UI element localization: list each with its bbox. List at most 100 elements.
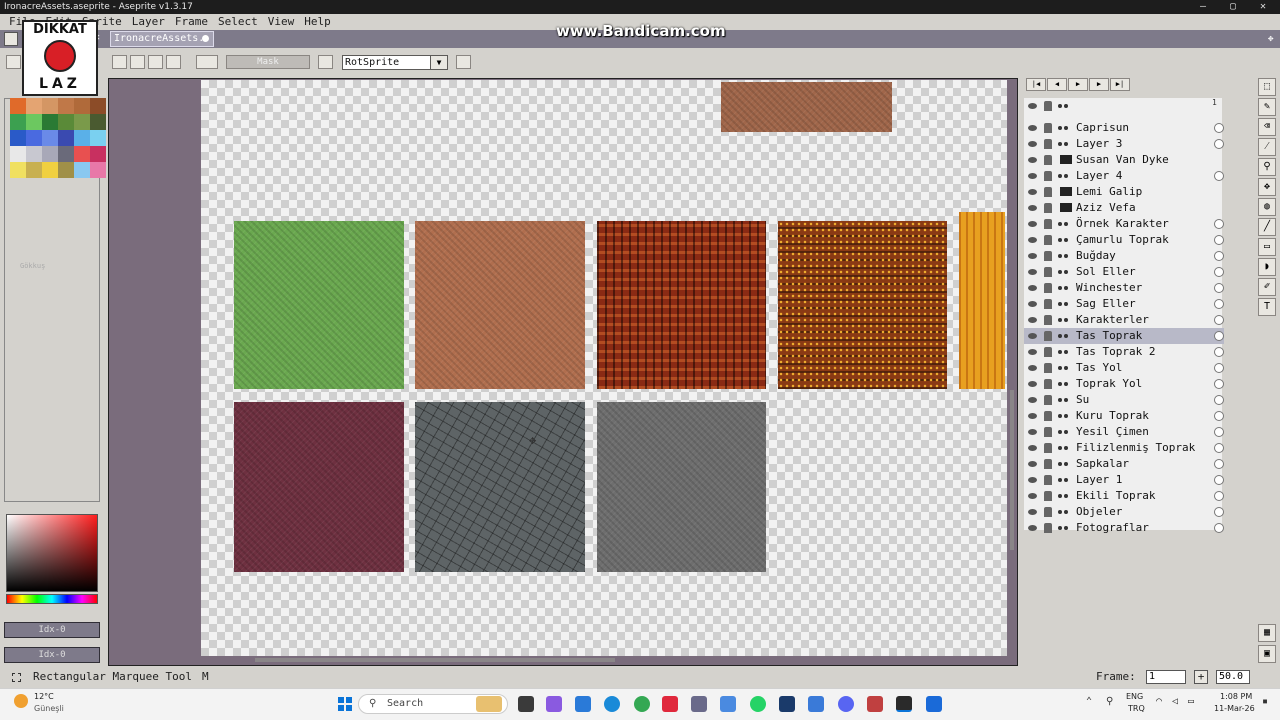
cel-icon[interactable] — [1214, 507, 1224, 517]
eraser-tool-icon[interactable]: ⌫ — [1258, 118, 1276, 136]
layer-row[interactable]: Caprisun — [1024, 120, 1224, 136]
eye-icon[interactable] — [1028, 365, 1037, 371]
steam-icon[interactable] — [779, 696, 795, 712]
layer-name[interactable]: Karakterler — [1076, 312, 1149, 328]
color-spectrum[interactable] — [6, 514, 98, 592]
continuous-icon[interactable] — [1058, 254, 1070, 258]
layer-name[interactable]: Lemi Galip — [1076, 184, 1142, 200]
eye-icon[interactable] — [1028, 461, 1037, 467]
close-window-icon[interactable]: ✕ — [1246, 0, 1280, 14]
lock-icon[interactable] — [1044, 379, 1052, 389]
eye-icon[interactable] — [1028, 269, 1037, 275]
lock-icon[interactable] — [1044, 251, 1052, 261]
palette-swatch[interactable] — [10, 98, 26, 114]
palette-swatch[interactable] — [42, 130, 58, 146]
eye-icon[interactable] — [1028, 189, 1037, 195]
continuous-icon[interactable] — [1058, 382, 1070, 386]
contour-tool-icon[interactable]: ◗ — [1258, 258, 1276, 276]
volume-icon[interactable]: ◁ — [1172, 696, 1178, 707]
continuous-icon[interactable] — [1058, 398, 1070, 402]
palette-swatch[interactable] — [74, 98, 90, 114]
eyedropper-tool-icon[interactable]: ⁄ — [1258, 138, 1276, 156]
fg-color-index[interactable]: Idx-0 — [4, 622, 100, 638]
cel-icon[interactable] — [1214, 251, 1224, 261]
tray-chevron-icon[interactable]: ⌃ — [1086, 696, 1092, 707]
cel-icon[interactable] — [1214, 283, 1224, 293]
lock-icon[interactable] — [1044, 523, 1052, 533]
palette-swatch[interactable] — [42, 98, 58, 114]
lock-icon[interactable] — [1044, 139, 1052, 149]
eye-icon[interactable] — [1028, 381, 1037, 387]
text-tool-icon[interactable]: T — [1258, 298, 1276, 316]
layer-name[interactable]: Kuru Toprak — [1076, 408, 1149, 424]
layer-name[interactable]: Tas Toprak — [1076, 328, 1142, 344]
cel-icon[interactable] — [1214, 315, 1224, 325]
menu-frame[interactable]: Frame — [170, 14, 213, 30]
lock-icon[interactable] — [1044, 395, 1052, 405]
line-tool-icon[interactable]: ╱ — [1258, 218, 1276, 236]
layer-row[interactable]: Sol Eller — [1024, 264, 1224, 280]
layer-row[interactable]: Aziz Vefa — [1024, 200, 1224, 216]
palette-swatch[interactable] — [42, 162, 58, 178]
continuous-icon[interactable] — [1058, 414, 1070, 418]
palette-swatch[interactable] — [90, 130, 106, 146]
cel-icon[interactable] — [1214, 427, 1224, 437]
chevron-down-icon[interactable]: ▼ — [430, 56, 447, 69]
eye-icon[interactable] — [1028, 253, 1037, 259]
vertical-scrollbar[interactable] — [1010, 390, 1014, 550]
eye-icon[interactable] — [1028, 397, 1037, 403]
cel-icon[interactable] — [1214, 395, 1224, 405]
tab-ironacre-assets[interactable]: IronacreAssets. — [110, 31, 214, 47]
layer-row[interactable]: Sag Eller — [1024, 296, 1224, 312]
lock-icon[interactable] — [1044, 283, 1052, 293]
palette-swatch[interactable] — [42, 114, 58, 130]
play-icon[interactable]: ▶ — [1068, 78, 1088, 91]
maximize-icon[interactable]: ▢ — [1216, 0, 1250, 14]
palette-swatch[interactable] — [90, 162, 106, 178]
fill-tool-icon[interactable]: ◍ — [1258, 198, 1276, 216]
palette-swatch[interactable] — [58, 114, 74, 130]
selection-replace-icon[interactable] — [112, 55, 127, 69]
lock-icon[interactable] — [1044, 123, 1052, 133]
last-frame-icon[interactable]: ▶| — [1110, 78, 1130, 91]
cel-icon[interactable] — [1214, 363, 1224, 373]
layer-name[interactable]: Tas Toprak 2 — [1076, 344, 1155, 360]
eye-icon[interactable] — [1028, 205, 1037, 211]
folder-icon[interactable] — [1060, 203, 1072, 212]
palette-swatch[interactable] — [10, 114, 26, 130]
notification-icon[interactable]: ▪ — [1262, 696, 1268, 707]
palette-swatch[interactable] — [26, 114, 42, 130]
eye-icon[interactable] — [1028, 173, 1037, 179]
eye-icon[interactable] — [1028, 509, 1037, 515]
eye-icon[interactable] — [1028, 301, 1037, 307]
palette-swatch[interactable] — [10, 162, 26, 178]
edge-icon[interactable] — [604, 696, 620, 712]
discord-icon[interactable] — [838, 696, 854, 712]
selection-add-icon[interactable] — [130, 55, 145, 69]
palette-swatch[interactable] — [58, 146, 74, 162]
canvas[interactable] — [201, 80, 1007, 656]
eye-icon[interactable] — [1028, 317, 1037, 323]
continuous-icon[interactable] — [1058, 334, 1070, 338]
preview-icon[interactable]: ▣ — [1258, 645, 1276, 663]
region-label[interactable]: TRQ — [1128, 704, 1145, 713]
eye-icon[interactable] — [1028, 525, 1037, 531]
layer-name[interactable]: Layer 1 — [1076, 472, 1122, 488]
palette-swatch[interactable] — [90, 98, 106, 114]
layer-name[interactable]: Toprak Yol — [1076, 376, 1142, 392]
cel-icon[interactable] — [1214, 219, 1224, 229]
continuous-icon[interactable] — [1058, 494, 1070, 498]
palette-swatch[interactable] — [10, 130, 26, 146]
palette-swatch[interactable] — [26, 98, 42, 114]
lock-icon[interactable] — [1044, 187, 1052, 197]
layer-name[interactable]: Fotograflar — [1076, 520, 1149, 536]
continuous-icon[interactable] — [1058, 478, 1070, 482]
continuous-icon[interactable] — [1058, 286, 1070, 290]
layer-row[interactable]: Fotograflar — [1024, 520, 1224, 536]
menu-view[interactable]: View — [263, 14, 300, 30]
layer-name[interactable]: Su — [1076, 392, 1089, 408]
store-icon[interactable] — [575, 696, 591, 712]
lock-icon[interactable] — [1044, 267, 1052, 277]
lock-icon[interactable] — [1044, 347, 1052, 357]
continuous-icon[interactable] — [1058, 104, 1070, 108]
